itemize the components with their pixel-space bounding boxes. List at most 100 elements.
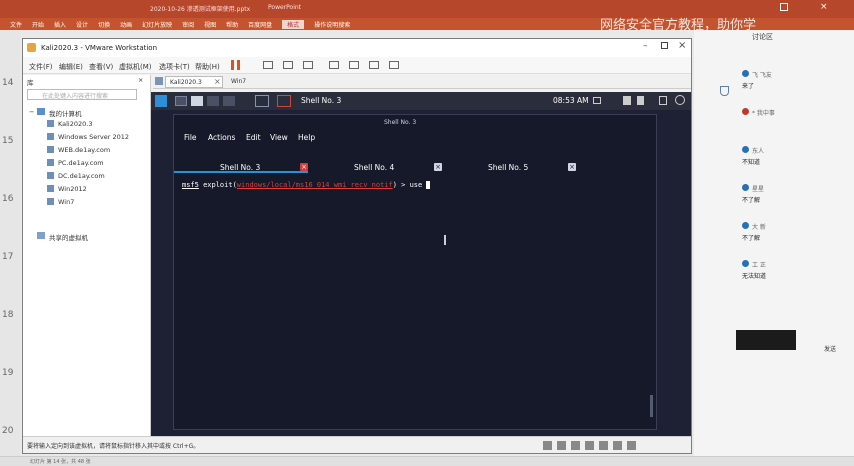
menu-view-term[interactable]: View <box>270 133 288 142</box>
chat-username: 大 新 <box>752 224 766 231</box>
ribbon-tab[interactable]: 操作说明搜索 <box>314 20 350 29</box>
library-close-icon[interactable]: × <box>138 76 143 84</box>
shared-vms-node[interactable]: 共享的虚拟机 <box>49 232 88 242</box>
avatar <box>742 260 749 267</box>
revert-icon[interactable] <box>283 61 293 69</box>
close-window-icon[interactable]: × <box>678 40 686 51</box>
workspace-3-icon[interactable] <box>207 96 219 106</box>
chat-message: 不了解 <box>742 197 761 204</box>
tab-shell-4[interactable]: Shell No. 4 × <box>308 161 442 173</box>
text-cursor-icon <box>444 235 446 245</box>
library-search-input[interactable]: 在此处键入内容进行搜索 <box>27 89 137 100</box>
ribbon-tab[interactable]: 插入 <box>54 20 66 29</box>
tab-shell-4-close-icon[interactable]: × <box>434 163 442 171</box>
menu-help[interactable]: 帮助(H) <box>195 62 220 72</box>
menu-help-term[interactable]: Help <box>298 133 315 142</box>
slide-number[interactable]: 16 <box>2 194 13 204</box>
cd-icon[interactable] <box>557 441 566 450</box>
menu-tabs[interactable]: 选项卡(T) <box>159 62 190 72</box>
manage-snapshots-icon[interactable] <box>303 61 313 69</box>
unity-icon[interactable] <box>389 61 399 69</box>
ribbon-tab[interactable]: 文件 <box>10 20 22 29</box>
notification-icon[interactable] <box>623 96 631 105</box>
ribbon-tab[interactable]: 幻灯片放映 <box>142 20 172 29</box>
power-icon[interactable] <box>231 60 234 70</box>
menu-actions[interactable]: Actions <box>208 133 235 142</box>
ribbon-tab[interactable]: 开始 <box>32 20 44 29</box>
my-computer-node[interactable]: 我的计算机 <box>49 108 82 118</box>
ribbon-tab[interactable]: 视图 <box>204 20 216 29</box>
vm-item[interactable]: PC.de1ay.com <box>58 159 104 167</box>
guest-display[interactable]: Shell No. 3 08:53 AM Shell No. 3 File Ac… <box>151 92 691 436</box>
tab-shell-5[interactable]: Shell No. 5 × <box>442 161 576 173</box>
video-thumbnail[interactable] <box>736 330 796 350</box>
hdd-icon[interactable] <box>543 441 552 450</box>
slide-number[interactable]: 14 <box>2 78 13 88</box>
power-menu-icon[interactable] <box>675 95 685 105</box>
ribbon-tab[interactable]: 帮助 <box>226 20 238 29</box>
sidebar-toggle-icon[interactable] <box>329 61 339 69</box>
menu-edit[interactable]: 编辑(E) <box>59 62 83 72</box>
fullscreen-icon[interactable] <box>369 61 379 69</box>
terminal-scrollbar[interactable] <box>650 395 653 417</box>
kali-menu-icon[interactable] <box>155 95 167 107</box>
close-icon[interactable]: × <box>820 2 828 12</box>
snapshot-icon[interactable] <box>263 61 273 69</box>
ribbon-tab[interactable]: 百度网盘 <box>248 20 272 29</box>
volume-icon[interactable] <box>637 96 644 105</box>
workspace-2-icon[interactable] <box>191 96 203 106</box>
ribbon-tab[interactable]: 切换 <box>98 20 110 29</box>
minimize-icon[interactable]: – <box>643 41 648 51</box>
tab-win7[interactable]: Win7 <box>227 76 271 88</box>
vm-item[interactable]: Win2012 <box>58 185 87 193</box>
slide-number[interactable]: 20 <box>2 426 13 436</box>
ribbon-tab[interactable]: 审阅 <box>182 20 194 29</box>
vm-item[interactable]: Win7 <box>58 198 74 206</box>
tab-kali[interactable]: Kali2020.3 × <box>165 76 223 88</box>
vm-item[interactable]: Windows Server 2012 <box>58 133 129 141</box>
ribbon-tab[interactable]: 格式 <box>282 19 305 29</box>
display-icon[interactable] <box>627 441 636 450</box>
slide-number[interactable]: 18 <box>2 310 13 320</box>
terminal-cursor <box>426 181 431 189</box>
active-terminal-icon[interactable] <box>277 95 291 107</box>
vm-icon <box>47 133 54 140</box>
send-button[interactable]: 发送 <box>824 344 836 353</box>
usb-icon[interactable] <box>585 441 594 450</box>
ribbon-tab[interactable]: 动画 <box>120 20 132 29</box>
terminal-window[interactable]: Shell No. 3 File Actions Edit View Help … <box>173 114 657 430</box>
workspace-4-icon[interactable] <box>223 96 235 106</box>
tab-shell-5-close-icon[interactable]: × <box>568 163 576 171</box>
network-adapter-icon[interactable] <box>571 441 580 450</box>
network-icon[interactable] <box>593 97 601 104</box>
maximize-icon[interactable] <box>780 3 788 11</box>
ribbon-tab[interactable]: 设计 <box>76 20 88 29</box>
menu-file-term[interactable]: File <box>184 133 197 142</box>
menu-view[interactable]: 查看(V) <box>89 62 113 72</box>
sound-icon[interactable] <box>599 441 608 450</box>
menu-file[interactable]: 文件(F) <box>29 62 53 72</box>
slide-number[interactable]: 17 <box>2 252 13 262</box>
vm-library-panel: 库 × 在此处键入内容进行搜索 − 我的计算机 Kali2020.3 Window… <box>23 75 151 437</box>
chat-message: 来了 <box>742 83 755 90</box>
slide-number[interactable]: 15 <box>2 136 13 146</box>
slide-number[interactable]: 19 <box>2 368 13 378</box>
tab-shell-3[interactable]: Shell No. 3 × <box>174 161 308 173</box>
terminal-app-icon[interactable] <box>255 95 269 107</box>
workspace-1-icon[interactable] <box>175 96 187 106</box>
lock-icon[interactable] <box>659 96 667 105</box>
restore-icon[interactable] <box>661 42 668 49</box>
printer-icon[interactable] <box>613 441 622 450</box>
menu-vm[interactable]: 虚拟机(M) <box>119 62 152 72</box>
vm-item[interactable]: DC.de1ay.com <box>58 172 105 180</box>
vm-item[interactable]: WEB.de1ay.com <box>58 146 110 154</box>
avatar <box>742 146 749 153</box>
vm-item[interactable]: Kali2020.3 <box>58 120 93 128</box>
pause-icon[interactable] <box>237 60 240 70</box>
tab-close-icon[interactable]: × <box>214 77 221 86</box>
expand-icon[interactable]: − <box>29 108 34 116</box>
thumbnail-icon[interactable] <box>349 61 359 69</box>
home-icon[interactable] <box>155 77 163 85</box>
tab-shell-3-close-icon[interactable]: × <box>300 163 308 171</box>
menu-edit-term[interactable]: Edit <box>246 133 261 142</box>
